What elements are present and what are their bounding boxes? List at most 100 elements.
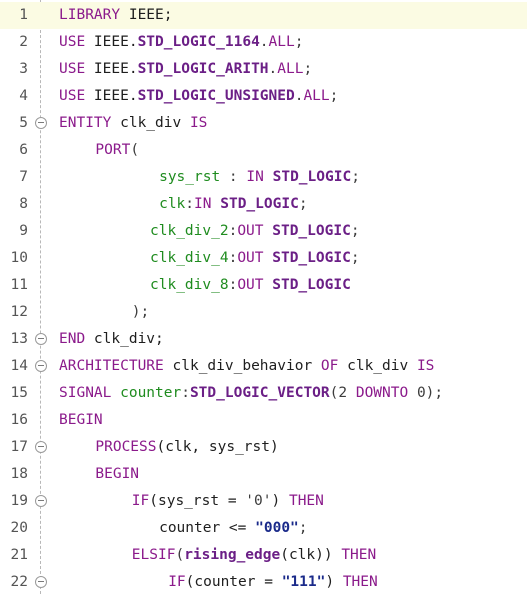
code-token: : — [220, 169, 247, 185]
fold-collapse-icon[interactable] — [35, 441, 47, 453]
code-text: BEGIN — [95, 461, 139, 488]
code-token: IN — [194, 196, 221, 212]
fold-collapse-icon[interactable] — [35, 117, 47, 129]
line-number: 15 — [10, 385, 28, 401]
code-line[interactable]: 16 BEGIN — [0, 407, 527, 434]
code-editor[interactable]: 1 LIBRARY IEEE; 2 USE IEEE.STD_LOGIC_1164.A… — [0, 0, 527, 594]
fold-collapse-icon[interactable] — [35, 576, 47, 588]
code-token: ; — [298, 196, 308, 212]
code-token: ); — [131, 304, 150, 320]
code-token: IEEE; — [128, 7, 173, 23]
code-token: : — [228, 277, 238, 293]
code-token: OUT — [237, 277, 273, 293]
line-number: 18 — [10, 466, 28, 482]
code-text: ); — [132, 299, 149, 326]
line-number: 11 — [10, 277, 28, 293]
code-token: counter — [120, 385, 182, 401]
code-token: STD_LOGIC_1164 — [137, 34, 260, 50]
code-token: : — [181, 385, 190, 401]
code-token: 0); — [416, 385, 444, 401]
fold-collapse-icon[interactable] — [35, 333, 47, 345]
code-line[interactable]: 12); — [0, 299, 527, 326]
code-token: OUT — [237, 250, 273, 266]
code-line[interactable]: 11 clk_div_8:OUT STD_LOGIC — [0, 272, 527, 299]
line-number: 17 — [10, 439, 28, 455]
line-number: 10 — [10, 250, 28, 266]
code-line[interactable]: 1 LIBRARY IEEE; — [0, 2, 527, 29]
code-line[interactable]: 5 ENTITY clk_div IS — [0, 110, 527, 137]
code-text: ENTITY clk_div IS — [59, 110, 207, 137]
code-token: (2 — [329, 385, 356, 401]
code-token: STD_LOGIC — [220, 196, 299, 212]
code-token: ( — [130, 142, 140, 158]
code-line[interactable]: 19 IF(sys_rst = '0') THEN — [0, 488, 527, 515]
code-line[interactable]: 20 counter <= "000"; — [0, 515, 527, 542]
code-token: clk_div_2 — [150, 223, 229, 239]
code-text: clk_div_2:OUT STD_LOGIC; — [150, 218, 360, 245]
code-line[interactable]: 18 BEGIN — [0, 461, 527, 488]
code-token: THEN — [288, 493, 324, 509]
line-number: 8 — [19, 196, 28, 212]
code-token: USE — [59, 61, 94, 77]
code-line[interactable]: 13 END clk_div; — [0, 326, 527, 353]
line-number: 7 — [19, 169, 28, 185]
code-token: IS — [416, 358, 435, 374]
line-number: 19 — [10, 493, 28, 509]
code-token: rising_edge — [184, 547, 281, 563]
code-token: . — [268, 61, 278, 77]
code-token: (clk)) — [280, 547, 342, 563]
line-number: 14 — [10, 358, 28, 374]
code-line[interactable]: 4 USE IEEE.STD_LOGIC_UNSIGNED.ALL; — [0, 83, 527, 110]
code-line[interactable]: 7 sys_rst : IN STD_LOGIC; — [0, 164, 527, 191]
code-token: clk_div — [120, 115, 190, 131]
code-text: clk_div_4:OUT STD_LOGIC; — [150, 245, 360, 272]
code-token: OF — [320, 358, 348, 374]
code-text: END clk_div; — [59, 326, 164, 353]
fold-collapse-icon[interactable] — [35, 360, 47, 372]
code-line[interactable]: 17 PROCESS(clk, sys_rst) — [0, 434, 527, 461]
fold-collapse-icon[interactable] — [35, 495, 47, 507]
code-token: (sys_rst = — [149, 493, 246, 509]
code-line[interactable]: 10 clk_div_4:OUT STD_LOGIC; — [0, 245, 527, 272]
code-line[interactable]: 22 IF(counter = "111") THEN — [0, 569, 527, 596]
code-token: clk_div_8 — [150, 277, 229, 293]
code-token: ; — [303, 61, 313, 77]
code-token: : — [185, 196, 195, 212]
code-token: ; — [329, 88, 339, 104]
code-token: ALL — [277, 61, 304, 77]
code-token: STD_LOGIC — [272, 250, 351, 266]
line-number: 13 — [10, 331, 28, 347]
code-text: IF(counter = "111") THEN — [168, 569, 378, 596]
code-line[interactable]: 6 PORT( — [0, 137, 527, 164]
code-line[interactable]: 3 USE IEEE.STD_LOGIC_ARITH.ALL; — [0, 56, 527, 83]
code-text: PORT( — [95, 137, 139, 164]
code-text: BEGIN — [59, 407, 103, 434]
code-text: USE IEEE.STD_LOGIC_ARITH.ALL; — [59, 56, 312, 83]
code-token: PROCESS — [95, 439, 157, 455]
code-token: ; — [294, 34, 304, 50]
code-text: SIGNAL counter:STD_LOGIC_VECTOR(2 DOWNTO… — [59, 380, 443, 407]
code-token: USE — [59, 88, 94, 104]
code-token: clk_div — [347, 358, 417, 374]
code-text: counter <= "000"; — [159, 515, 307, 542]
code-line[interactable]: 2 USE IEEE.STD_LOGIC_1164.ALL; — [0, 29, 527, 56]
code-token: (counter = — [185, 574, 282, 590]
code-text: IF(sys_rst = '0') THEN — [132, 488, 324, 515]
code-token: OUT — [237, 223, 273, 239]
code-text: clk:IN STD_LOGIC; — [159, 191, 307, 218]
line-number: 9 — [19, 223, 28, 239]
code-token: LIBRARY — [59, 7, 129, 23]
code-line[interactable]: 14 ARCHITECTURE clk_div_behavior OF clk_d… — [0, 353, 527, 380]
line-number: 16 — [10, 412, 28, 428]
code-token: ENTITY — [59, 115, 121, 131]
code-line[interactable]: 9 clk_div_2:OUT STD_LOGIC; — [0, 218, 527, 245]
line-number: 20 — [10, 520, 28, 536]
code-line[interactable]: 21 ELSIF(rising_edge(clk)) THEN — [0, 542, 527, 569]
code-line[interactable]: 8 clk:IN STD_LOGIC; — [0, 191, 527, 218]
code-token: IEEE. — [93, 34, 138, 50]
code-token: END — [59, 331, 94, 347]
code-token: counter <= — [159, 520, 256, 536]
code-token: DOWNTO — [355, 385, 417, 401]
code-line[interactable]: 15 SIGNAL counter:STD_LOGIC_VECTOR(2 DOWN… — [0, 380, 527, 407]
code-token: STD_LOGIC_UNSIGNED — [137, 88, 295, 104]
